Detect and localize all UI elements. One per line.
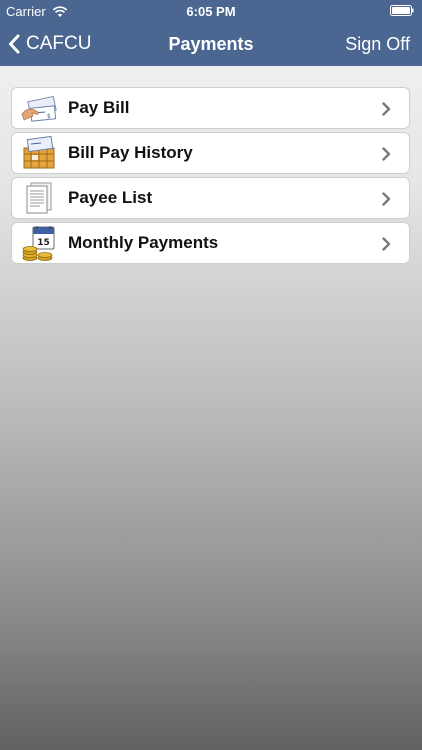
menu-item-payee-list[interactable]: Payee List (11, 177, 410, 219)
menu-item-label: Pay Bill (68, 98, 130, 117)
svg-text:$: $ (47, 113, 51, 120)
svg-text:15: 15 (37, 238, 50, 248)
pay-bill-icon: $ (21, 95, 57, 122)
top-bar: Carrier 6:05 PM CAFCU Payments Sign Off (0, 0, 422, 66)
app-screen: Carrier 6:05 PM CAFCU Payments Sign Off … (0, 0, 422, 750)
chevron-right-icon (382, 147, 391, 161)
menu-item-label: Bill Pay History (68, 143, 193, 162)
menu-item-monthly-payments[interactable]: 15 Monthly Payments (11, 222, 410, 264)
battery-icon (390, 5, 414, 16)
menu-item-label: Monthly Payments (68, 233, 219, 252)
menu-item-label: Payee List (68, 188, 153, 207)
status-bar: Carrier 6:05 PM (0, 0, 422, 22)
chevron-right-icon (382, 237, 391, 251)
chevron-right-icon (382, 192, 391, 206)
payments-menu-list: $ Pay Bill Bill Pay History Payee List 1… (11, 87, 410, 267)
sign-off-button[interactable]: Sign Off (345, 22, 410, 66)
menu-item-bill-pay-history[interactable]: Bill Pay History (11, 132, 410, 174)
chevron-right-icon (382, 102, 391, 116)
nav-bar: CAFCU Payments Sign Off (0, 22, 422, 66)
menu-item-pay-bill[interactable]: $ Pay Bill (11, 87, 410, 129)
monthly-payments-icon: 15 (22, 226, 55, 261)
bill-pay-history-icon (23, 135, 55, 169)
payee-list-icon (26, 182, 52, 214)
status-time: 6:05 PM (186, 4, 236, 19)
